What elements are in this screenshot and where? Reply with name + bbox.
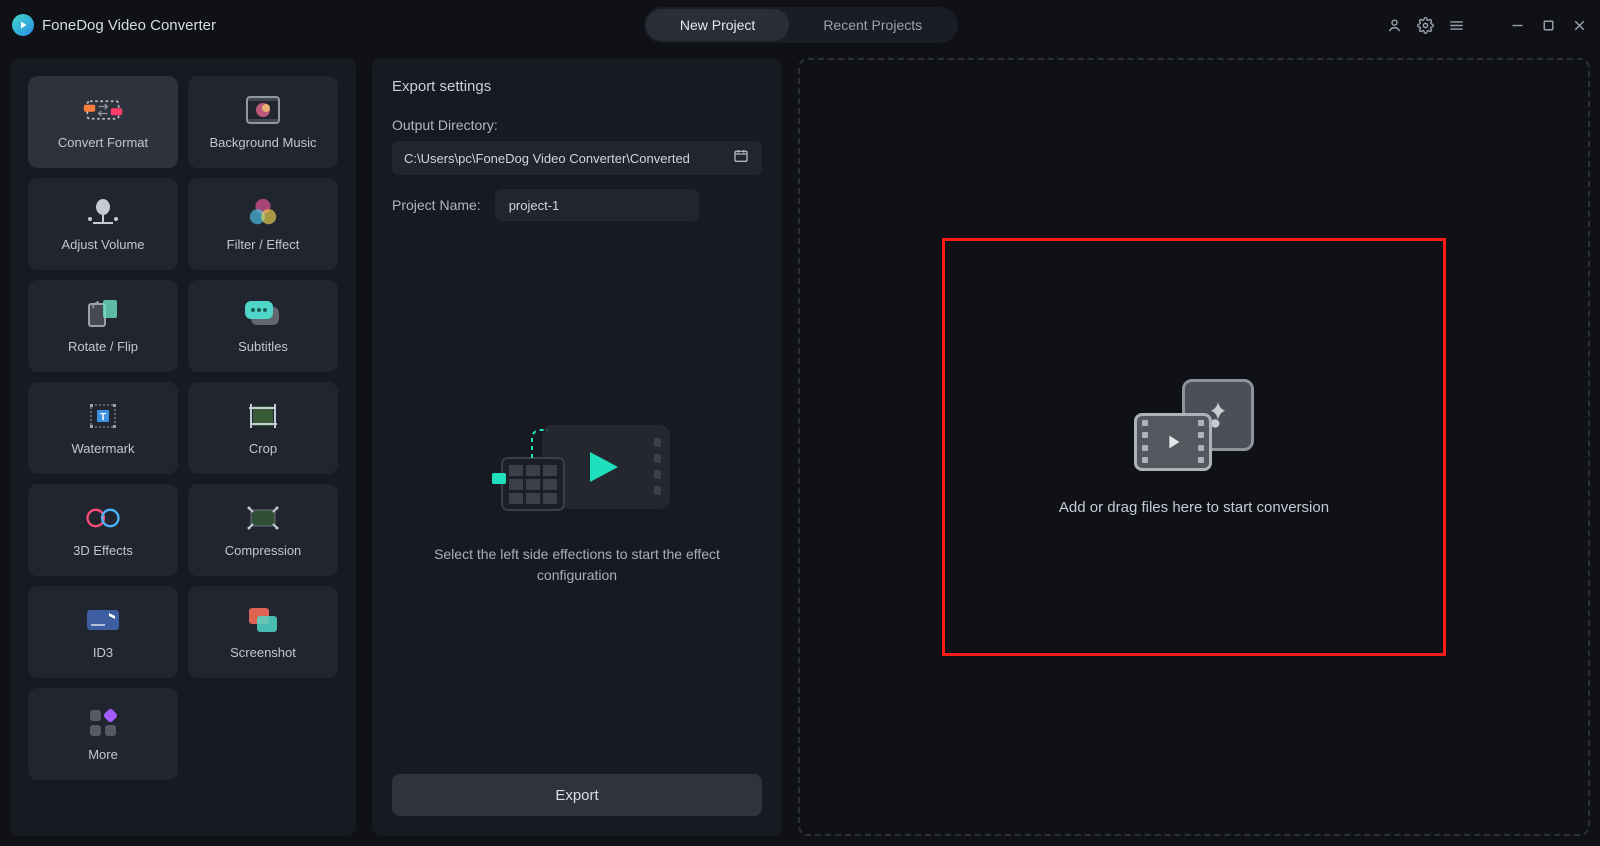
compression-icon xyxy=(243,503,283,533)
tool-label: More xyxy=(88,747,118,762)
project-name-input[interactable] xyxy=(509,198,685,213)
project-name-label: Project Name: xyxy=(392,197,481,213)
tool-background-music[interactable]: Background Music xyxy=(188,76,338,168)
background-music-icon xyxy=(243,95,283,125)
gear-icon[interactable] xyxy=(1417,17,1434,34)
tool-rotate-flip[interactable]: Rotate / Flip xyxy=(28,280,178,372)
maximize-button[interactable] xyxy=(1540,17,1557,34)
more-icon xyxy=(83,707,123,737)
drop-panel: Add or drag files here to start conversi… xyxy=(798,58,1590,836)
tool-filter-effect[interactable]: Filter / Effect xyxy=(188,178,338,270)
preview-illustration xyxy=(482,410,672,520)
drop-zone-text: Add or drag files here to start conversi… xyxy=(1059,499,1329,516)
tab-recent-projects[interactable]: Recent Projects xyxy=(789,9,956,41)
id3-icon xyxy=(83,605,123,635)
menu-icon[interactable] xyxy=(1448,17,1465,34)
export-panel: Export settings Output Directory: Projec… xyxy=(372,58,782,836)
watermark-icon: T xyxy=(83,401,123,431)
tool-crop[interactable]: Crop xyxy=(188,382,338,474)
convert-format-icon xyxy=(83,95,123,125)
tool-label: 3D Effects xyxy=(73,543,133,558)
crop-icon xyxy=(243,401,283,431)
output-directory-row xyxy=(392,141,762,175)
tool-screenshot[interactable]: Screenshot xyxy=(188,586,338,678)
browse-folder-button[interactable] xyxy=(732,148,750,169)
3d-effects-icon xyxy=(83,503,123,533)
tool-watermark[interactable]: T Watermark xyxy=(28,382,178,474)
svg-text:T: T xyxy=(100,412,106,423)
header: FoneDog Video Converter New Project Rece… xyxy=(0,0,1600,50)
export-button-label: Export xyxy=(555,787,598,804)
header-actions xyxy=(1386,17,1588,34)
tool-label: Adjust Volume xyxy=(61,237,144,252)
app-name: FoneDog Video Converter xyxy=(42,17,216,34)
adjust-volume-icon xyxy=(83,197,123,227)
tool-label: Screenshot xyxy=(230,645,296,660)
filter-effect-icon xyxy=(243,197,283,227)
project-name-field xyxy=(495,189,699,221)
tool-adjust-volume[interactable]: Adjust Volume xyxy=(28,178,178,270)
rotate-flip-icon xyxy=(83,299,123,329)
project-name-row: Project Name: xyxy=(392,189,762,221)
drop-zone[interactable]: Add or drag files here to start conversi… xyxy=(942,238,1446,656)
tool-label: Rotate / Flip xyxy=(68,339,138,354)
account-icon[interactable] xyxy=(1386,17,1403,34)
tool-label: ID3 xyxy=(93,645,113,660)
tool-id3[interactable]: ID3 xyxy=(28,586,178,678)
tool-label: Crop xyxy=(249,441,277,456)
tool-label: Watermark xyxy=(71,441,134,456)
tool-label: Filter / Effect xyxy=(227,237,300,252)
tool-more[interactable]: More xyxy=(28,688,178,780)
tool-label: Background Music xyxy=(210,135,317,150)
screenshot-icon xyxy=(243,605,283,635)
export-settings-title: Export settings xyxy=(392,78,762,95)
app-logo xyxy=(12,14,34,36)
effect-preview: Select the left side effections to start… xyxy=(392,221,762,774)
drop-zone-illustration xyxy=(1134,379,1254,471)
output-directory-label: Output Directory: xyxy=(392,117,762,133)
subtitles-icon xyxy=(243,299,283,329)
brand: FoneDog Video Converter xyxy=(12,14,216,36)
tool-3d-effects[interactable]: 3D Effects xyxy=(28,484,178,576)
tab-new-project[interactable]: New Project xyxy=(646,9,789,41)
tool-compression[interactable]: Compression xyxy=(188,484,338,576)
effect-hint-text: Select the left side effections to start… xyxy=(427,544,727,586)
tool-subtitles[interactable]: Subtitles xyxy=(188,280,338,372)
body: Convert Format Background Music xyxy=(0,50,1600,846)
minimize-button[interactable] xyxy=(1509,17,1526,34)
export-button[interactable]: Export xyxy=(392,774,762,816)
header-tabs-wrap: New Project Recent Projects xyxy=(216,7,1386,43)
tools-panel: Convert Format Background Music xyxy=(10,58,356,836)
tool-label: Subtitles xyxy=(238,339,288,354)
header-tabs: New Project Recent Projects xyxy=(644,7,958,43)
tool-label: Compression xyxy=(225,543,302,558)
tool-convert-format[interactable]: Convert Format xyxy=(28,76,178,168)
close-button[interactable] xyxy=(1571,17,1588,34)
tool-label: Convert Format xyxy=(58,135,148,150)
output-directory-input[interactable] xyxy=(404,151,732,166)
